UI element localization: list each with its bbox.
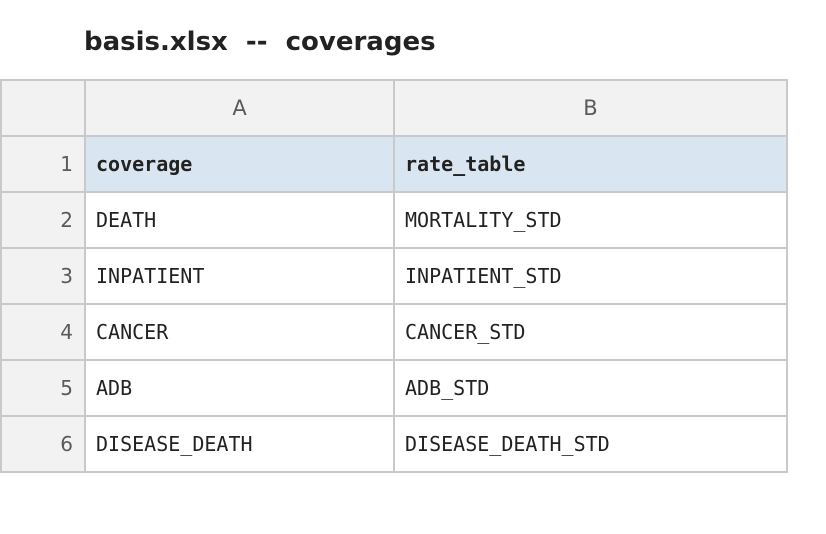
table-row: 4 CANCER CANCER_STD [0,303,788,361]
cell-a2[interactable]: DEATH [84,191,395,249]
row-header[interactable]: 4 [0,303,86,361]
table-row: 2 DEATH MORTALITY_STD [0,191,788,249]
row-header[interactable]: 1 [0,135,86,193]
cell-a4[interactable]: CANCER [84,303,395,361]
row-header[interactable]: 5 [0,359,86,417]
cell-b4[interactable]: CANCER_STD [393,303,788,361]
column-header-a[interactable]: A [84,79,395,137]
cell-a5[interactable]: ADB [84,359,395,417]
table-row: 3 INPATIENT INPATIENT_STD [0,247,788,305]
cell-b2[interactable]: MORTALITY_STD [393,191,788,249]
table-row: 1 coverage rate_table [0,135,788,193]
table-row: 5 ADB ADB_STD [0,359,788,417]
window-title: basis.xlsx -- coverages [84,27,436,57]
spreadsheet-grid: A B 1 coverage rate_table 2 DEATH MORTAL… [0,79,788,473]
cell-a6[interactable]: DISEASE_DEATH [84,415,395,473]
row-header[interactable]: 6 [0,415,86,473]
cell-a1[interactable]: coverage [84,135,395,193]
cell-b3[interactable]: INPATIENT_STD [393,247,788,305]
row-header[interactable]: 3 [0,247,86,305]
cell-b1[interactable]: rate_table [393,135,788,193]
row-header[interactable]: 2 [0,191,86,249]
column-header-b[interactable]: B [393,79,788,137]
cell-b6[interactable]: DISEASE_DEATH_STD [393,415,788,473]
select-all-corner[interactable] [0,79,86,137]
cell-a3[interactable]: INPATIENT [84,247,395,305]
column-header-row: A B [0,79,788,137]
table-row: 6 DISEASE_DEATH DISEASE_DEATH_STD [0,415,788,473]
cell-b5[interactable]: ADB_STD [393,359,788,417]
